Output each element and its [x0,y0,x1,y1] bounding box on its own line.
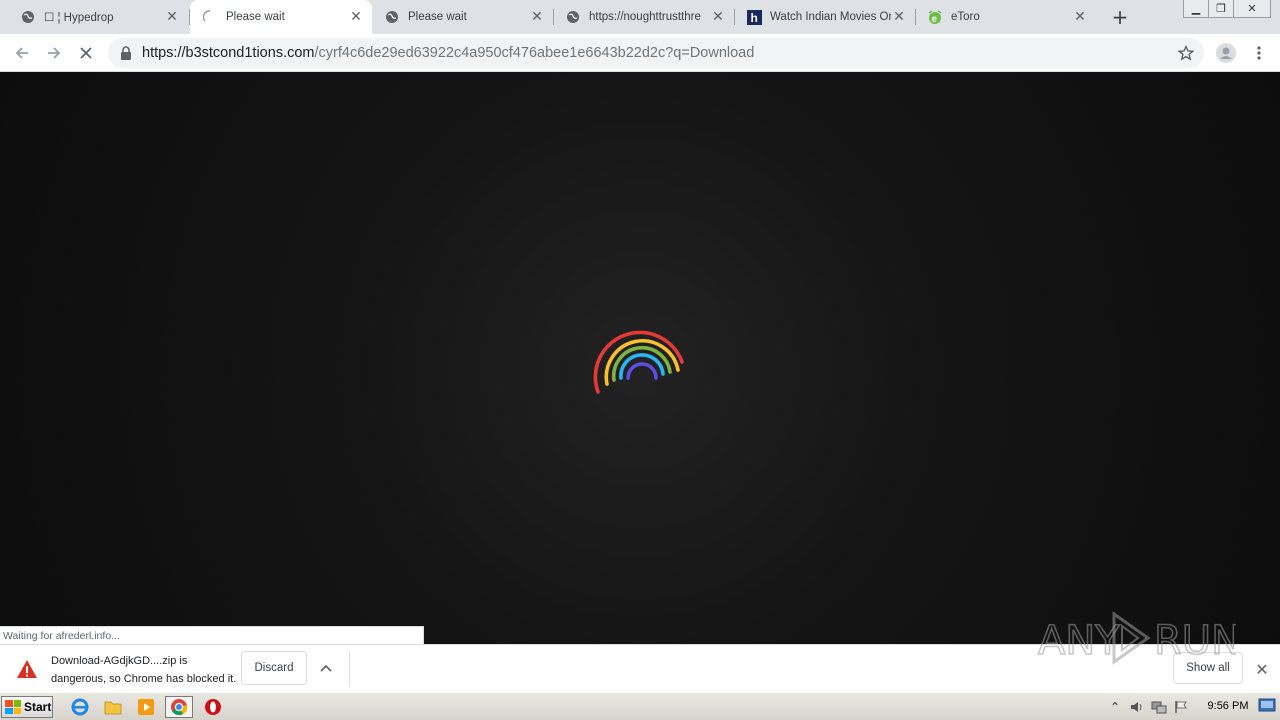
menu-button[interactable] [1247,41,1271,65]
download-warning-line2: dangerous, so Chrome has blocked it. [51,673,237,685]
svg-text:h: h [750,11,757,25]
tab-please-wait[interactable]: Please wait ✕ [372,0,553,34]
tab-title: Please wait [408,11,467,23]
window-close-button[interactable]: ✕ [1233,0,1271,18]
lock-icon [121,46,131,60]
shelf-divider [349,651,350,687]
url-text: https://b3stcond1tions.com/cyrf4c6de29ed… [142,45,754,61]
chrome-icon[interactable] [165,696,193,718]
tab-please-wait-active[interactable]: Please wait ✕ [190,0,372,34]
rainbow-loading-spinner [593,330,684,394]
volume-icon[interactable] [1126,696,1148,718]
close-shelf-button[interactable]: ✕ [1252,659,1272,679]
globe-icon [565,9,581,25]
tab-etoro[interactable]: e eToro ✕ [915,0,1096,34]
start-label: Start [24,700,52,714]
avatar-icon [1216,43,1236,63]
globe-icon [384,9,400,25]
opera-icon[interactable] [199,696,227,718]
download-options-button[interactable] [315,657,337,679]
loading-spinner-icon [202,9,218,25]
show-desktop-button[interactable] [1258,697,1278,715]
status-bubble: Waiting for afrederl.info... [0,626,424,644]
tab-title: eToro [951,11,980,23]
svg-text:ANY: ANY [1038,618,1120,664]
media-player-icon[interactable] [132,696,160,718]
tab-strip: ☐ ¦ Hypedrop ✕ Please wait ✕ Please wait… [0,0,1280,34]
chevron-up-icon [320,664,332,672]
url-host: https://b3stcond1tions.com [142,45,315,61]
show-hidden-icons-icon[interactable]: ⌃ [1104,696,1126,718]
url-path: /cyrf4c6de29ed63922c4a950cf476abee1e6643… [314,45,755,61]
restore-button[interactable]: ❐ [1208,0,1234,18]
download-warning-line1: Download-AGdjkGD....zip is [51,655,188,667]
tab-title: Watch Indian Movies On [770,11,891,23]
minimize-button[interactable]: ▁ [1183,0,1209,18]
close-icon[interactable]: ✕ [891,9,907,25]
tab-title: https://noughttrustthre [589,11,701,23]
internet-explorer-icon[interactable] [66,696,94,718]
profile-button[interactable] [1214,41,1238,65]
tab-watch-indian-movies[interactable]: h Watch Indian Movies On ✕ [734,0,915,34]
screen: ☐ ¦ Hypedrop ✕ Please wait ✕ Please wait… [0,0,1280,720]
star-icon [1178,45,1194,61]
back-arrow-icon [15,47,28,59]
action-center-flag-icon[interactable] [1170,696,1192,718]
network-icon[interactable] [1148,696,1170,718]
close-icon[interactable]: ✕ [164,9,180,25]
back-button[interactable] [10,41,34,65]
tab-title: ☐ ¦ Hypedrop [44,12,114,24]
kebab-menu-icon [1257,46,1261,60]
tab-title: Please wait [226,11,285,23]
svg-text:RUN: RUN [1154,618,1236,664]
windows-taskbar: Start ⌃ 9:56 PM [0,692,1280,720]
svg-text:e: e [932,14,938,25]
forward-arrow-icon [48,47,61,59]
anyrun-watermark-logo: ANY RUN [1037,611,1236,665]
warning-icon [17,660,37,678]
tab-hypedrop[interactable]: ☐ ¦ Hypedrop ✕ [8,0,188,34]
new-tab-button[interactable]: + [1108,5,1132,29]
close-icon[interactable]: ✕ [1072,9,1088,25]
close-icon[interactable]: ✕ [529,9,545,25]
system-tray: ⌃ [1104,695,1192,719]
close-icon[interactable]: ✕ [348,9,364,25]
forward-button[interactable] [42,41,66,65]
windows-logo-icon [5,700,21,714]
page-content [0,72,1280,644]
tab-noughttrust[interactable]: https://noughttrustthre ✕ [553,0,734,34]
etoro-logo-icon: e [927,9,943,25]
download-warning-message: Download-AGdjkGD....zip is dangerous, so… [51,652,241,688]
close-icon[interactable]: ✕ [710,9,726,25]
discard-button[interactable]: Discard [241,651,307,685]
bookmark-star-button[interactable] [1174,41,1198,65]
browser-toolbar: https://b3stcond1tions.com/cyrf4c6de29ed… [0,34,1280,72]
start-button[interactable]: Start [1,696,53,718]
file-explorer-icon[interactable] [99,696,127,718]
spinner-arc [626,362,658,380]
stop-loading-button[interactable] [74,41,98,65]
stop-icon [80,47,92,59]
taskbar-clock[interactable]: 9:56 PM [1200,700,1256,712]
address-bar[interactable]: https://b3stcond1tions.com/cyrf4c6de29ed… [108,38,1204,68]
h-logo-icon: h [746,9,762,25]
globe-icon [20,9,36,25]
